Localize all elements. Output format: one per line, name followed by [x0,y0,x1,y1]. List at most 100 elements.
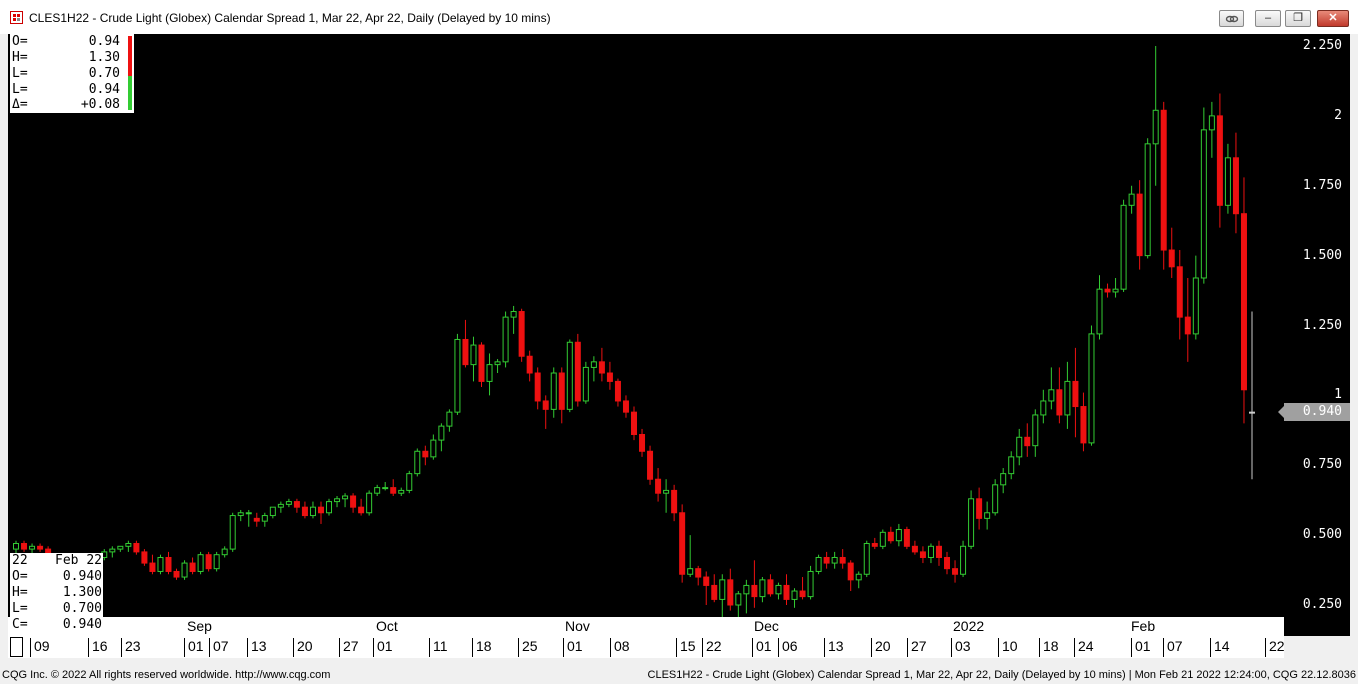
candle-body [157,556,164,572]
chart-area[interactable] [8,34,1284,658]
cursor-data-box: 22 Feb 22 O= 0.940 H= 1.300 L= 0.700 C= 0.940 [10,553,103,635]
candle [598,347,605,382]
close-button[interactable]: ✕ [1317,10,1349,27]
candle-body [783,584,790,600]
candle-body [358,506,365,514]
candle-body [639,434,646,452]
candle [1168,227,1175,278]
candle-body [1216,115,1223,206]
candle-body [1240,213,1247,391]
candle [181,560,188,580]
candle [992,479,999,516]
candle-body [309,506,316,517]
candle-body [502,316,509,363]
candle [197,551,204,575]
candle-body [1136,193,1143,257]
day-label: 16 [88,638,108,657]
candle [1152,46,1159,186]
candle [1032,409,1039,457]
candle [454,333,461,415]
candle-body [903,529,910,547]
candle-body [1168,249,1175,268]
candle [518,308,525,362]
candle-body [253,517,260,522]
candle [438,423,445,452]
candle-body [173,570,180,578]
candle-body [462,338,469,366]
candle [526,350,533,382]
candle [911,540,918,555]
candle-body [1072,380,1079,408]
candle-body [558,372,565,410]
candle-body [927,545,934,558]
candle [334,495,341,508]
candle-body [574,341,581,402]
day-label: 20 [293,638,313,657]
candle [470,336,477,382]
candle [446,409,453,432]
candle-body [1224,157,1231,206]
copyright-text: CQG Inc. © 2022 All rights reserved worl… [2,669,331,681]
candle-body [895,529,902,542]
candle [831,551,838,569]
candle-body [671,489,678,514]
y-tick: 0.750 [1302,457,1342,472]
candle [887,526,894,544]
candle [631,406,637,441]
candle [935,540,942,566]
candle [903,526,910,550]
candle [759,577,766,603]
candle-body [992,484,999,514]
candle-body [550,372,557,410]
candle-body [1008,456,1015,475]
candle-body [1184,316,1191,335]
candle [695,565,702,586]
candle [1088,325,1095,446]
month-label: Sep [187,618,212,634]
time-axis[interactable]: Sep Oct Nov Dec 2022 Feb 09 16 23 01 07 13 20 2… [8,617,1285,658]
candle [1144,138,1151,259]
link-button[interactable] [1219,10,1244,27]
restore-button[interactable]: ❐ [1285,10,1311,27]
candle-body [277,503,284,508]
price-chart[interactable] [8,34,1284,658]
cursor-row: H= 1.300 [12,585,102,600]
month-label: Nov [565,618,590,634]
candle [847,560,854,592]
candle [1160,101,1167,270]
candle-body [703,576,710,586]
candle-body [382,487,389,490]
candle-body [807,570,814,598]
candle [1072,347,1079,438]
candle-body [775,584,782,595]
candle-body [518,311,525,357]
candle [149,554,156,575]
candle [823,551,830,569]
candle-body [141,551,148,564]
minimize-button[interactable]: – [1255,10,1281,27]
candle-body [631,411,637,436]
candle-body [1096,288,1103,335]
candle-body [261,515,268,522]
day-label: 13 [824,638,844,657]
candle-body [590,361,597,368]
candle-body [767,579,774,595]
candle-body [984,512,991,519]
candle-body [614,380,621,402]
price-axis[interactable]: 2.250 2 1.750 1.500 1.250 1 0.750 0.500 … [1278,34,1350,636]
candle [430,434,437,460]
candle-body [197,554,204,572]
scroll-handle[interactable] [10,637,23,657]
candle [590,356,597,382]
candle-body [582,366,589,402]
candle-body [1032,414,1039,447]
cursor-row: C= 0.940 [12,617,102,632]
candle-body [438,425,445,441]
candle [229,512,236,552]
candle [390,479,397,496]
candle-body [879,531,886,547]
day-label: 23 [121,638,141,657]
candle-body [847,562,854,581]
candle [350,493,357,513]
ohlc-row: L= 0.94 [12,82,120,97]
